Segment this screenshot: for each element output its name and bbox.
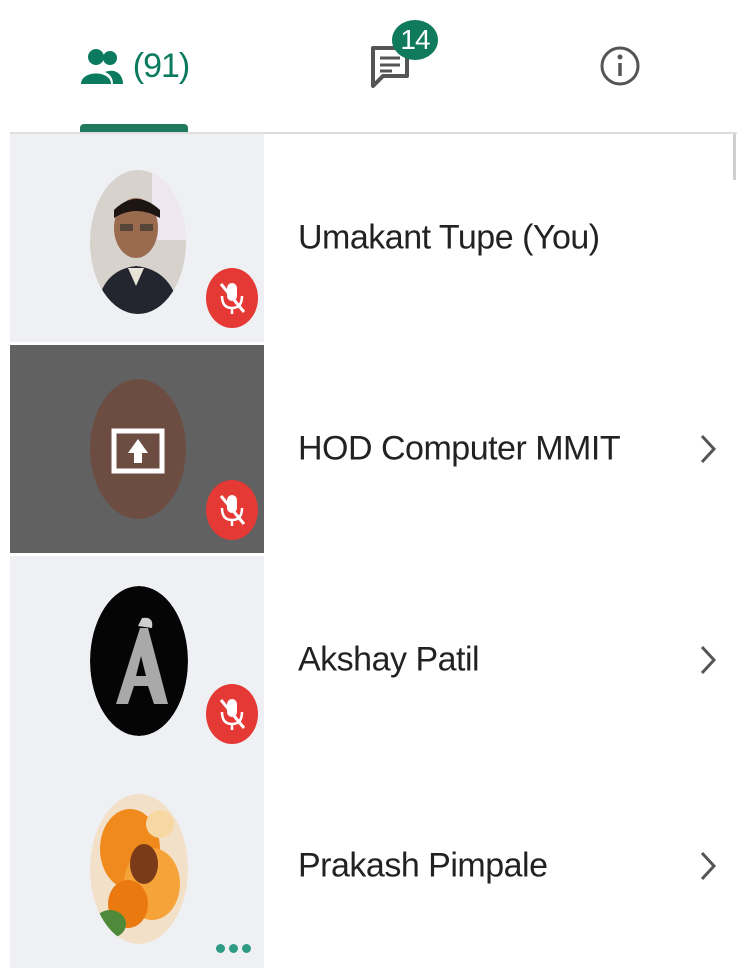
mic-off-icon (219, 699, 246, 730)
chevron-right-icon[interactable] (698, 643, 718, 677)
chevron-right-icon[interactable] (698, 432, 718, 466)
info-icon (600, 46, 640, 86)
avatar (90, 794, 188, 944)
dot-icon (242, 944, 251, 953)
participant-row[interactable]: Umakant Tupe (You) (10, 134, 737, 342)
participant-name: Umakant Tupe (You) (298, 218, 600, 257)
participant-name: Prakash Pimpale (298, 846, 548, 885)
avatar (90, 170, 186, 314)
chat-unread-badge: 14 (392, 20, 438, 60)
avatar (90, 379, 186, 519)
tab-chat[interactable] (330, 0, 450, 132)
people-icon (80, 49, 123, 84)
participant-name: HOD Computer MMIT (298, 429, 621, 468)
mic-off-icon (219, 283, 246, 314)
participant-avatar-area (10, 345, 264, 553)
active-tab-indicator (80, 124, 188, 132)
participant-avatar-area (10, 134, 264, 342)
mic-off-icon (219, 495, 246, 526)
participant-row[interactable]: HOD Computer MMIT (10, 345, 737, 553)
dot-icon (229, 944, 238, 953)
tab-bar: (91) 14 (0, 0, 737, 134)
participant-row[interactable]: Prakash Pimpale (10, 764, 737, 968)
mic-muted-badge (206, 480, 258, 540)
dot-icon (216, 944, 225, 953)
participant-avatar-area (10, 556, 264, 764)
more-options[interactable] (216, 944, 251, 953)
participant-row[interactable]: Akshay Patil (10, 556, 737, 764)
tab-participants[interactable]: (91) (60, 0, 210, 132)
participant-avatar-area (10, 764, 264, 968)
mic-muted-badge (206, 268, 258, 328)
tab-info[interactable] (570, 0, 670, 132)
mic-muted-badge (206, 684, 258, 744)
participant-name: Akshay Patil (298, 640, 480, 679)
participant-count: (91) (132, 46, 190, 85)
chevron-right-icon[interactable] (698, 849, 718, 883)
avatar (90, 586, 188, 736)
